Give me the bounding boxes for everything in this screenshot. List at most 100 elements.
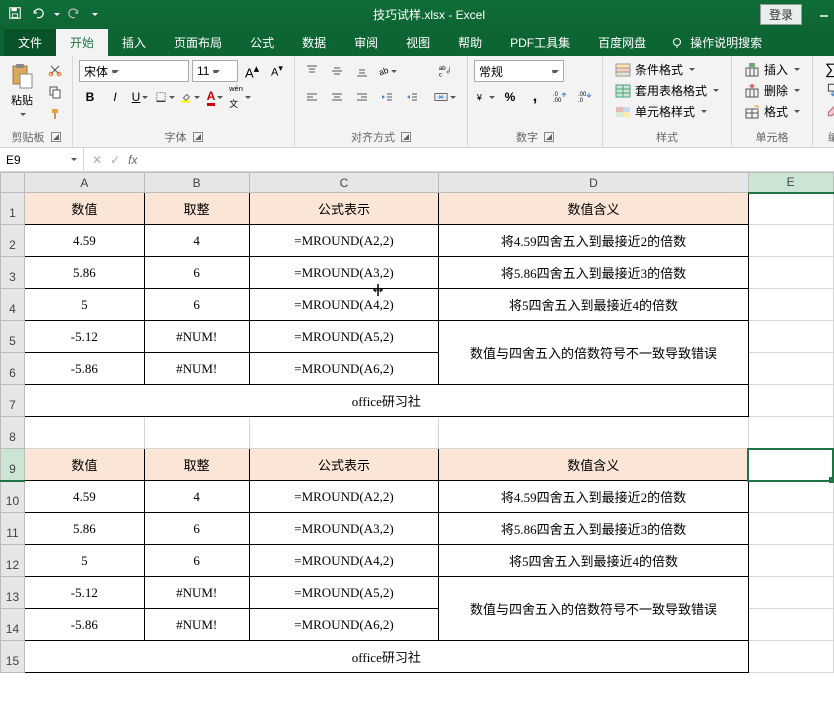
cell-selected[interactable] [748,449,833,481]
cell[interactable] [748,641,833,673]
cell[interactable]: 4.59 [24,225,144,257]
cell[interactable]: =MROUND(A2,2) [249,481,439,513]
cell[interactable]: 4 [144,481,249,513]
cell[interactable]: 6 [144,513,249,545]
cell[interactable]: =MROUND(A5,2) [249,577,439,609]
increase-decimal-button[interactable]: .0.00 [549,86,571,108]
cell[interactable]: 将4.59四舍五入到最接近2的倍数 [439,481,748,513]
accounting-button[interactable]: ¥ [474,86,496,108]
cell[interactable] [748,513,833,545]
cell-styles-button[interactable]: 单元格样式 [609,102,725,121]
delete-cells-button[interactable]: 删除 [738,81,806,100]
cell[interactable] [748,385,833,417]
font-size-combo[interactable]: 11 [192,60,238,82]
select-all-corner[interactable] [1,173,25,193]
cell[interactable]: 数值含义 [439,449,748,481]
insert-cells-button[interactable]: 插入 [738,60,806,79]
tab-view[interactable]: 视图 [392,29,444,56]
cell[interactable]: 取整 [144,449,249,481]
col-header-B[interactable]: B [144,173,249,193]
tab-home[interactable]: 开始 [56,29,108,56]
merge-center-button[interactable] [429,86,461,108]
format-cells-button[interactable]: 格式 [738,102,806,121]
cell[interactable]: 5.86 [24,513,144,545]
alignment-launcher[interactable] [401,132,411,142]
number-launcher[interactable] [544,132,554,142]
row-header[interactable]: 3 [1,257,25,289]
cancel-formula-icon[interactable]: ✕ [92,153,102,167]
save-icon[interactable] [8,6,22,23]
cell[interactable]: #NUM! [144,321,249,353]
cell[interactable] [748,321,833,353]
name-box[interactable]: E9 [0,148,84,171]
increase-font-button[interactable]: A▴ [241,60,263,82]
cell[interactable] [748,193,833,225]
cell[interactable]: 数值 [24,449,144,481]
cell[interactable]: =MROUND(A4,2) [249,289,439,321]
cell[interactable]: #NUM! [144,577,249,609]
cell[interactable]: =MROUND(A6,2) [249,353,439,385]
format-painter-button[interactable] [44,104,66,124]
login-button[interactable]: 登录 [760,4,802,25]
format-table-button[interactable]: 套用表格格式 [609,81,725,100]
align-center-button[interactable] [326,86,348,108]
cell[interactable] [748,289,833,321]
cell[interactable]: =MROUND(A3,2) [249,513,439,545]
cell[interactable] [748,481,833,513]
tell-me[interactable]: 操作说明搜索 [660,29,772,56]
decrease-decimal-button[interactable]: .00.0 [574,86,596,108]
cell[interactable]: -5.12 [24,321,144,353]
decrease-font-button[interactable]: A▾ [266,60,288,82]
cell[interactable] [748,353,833,385]
cell[interactable]: 将5四舍五入到最接近4的倍数 [439,289,748,321]
conditional-format-button[interactable]: 条件格式 [609,60,725,79]
cell[interactable] [144,417,249,449]
col-header-E[interactable]: E [748,173,833,193]
row-header[interactable]: 13 [1,577,25,609]
cell[interactable]: 将4.59四舍五入到最接近2的倍数 [439,225,748,257]
orientation-button[interactable]: ab [376,60,398,82]
paste-button[interactable]: 粘贴 [6,60,38,121]
tab-file[interactable]: 文件 [4,29,56,56]
cell[interactable]: office研习社 [24,641,748,673]
row-header[interactable]: 11 [1,513,25,545]
cell[interactable]: office研习社 [24,385,748,417]
cell[interactable]: =MROUND(A2,2) [249,225,439,257]
fill-color-button[interactable] [179,86,201,108]
row-header[interactable]: 6 [1,353,25,385]
row-header[interactable]: 7 [1,385,25,417]
cell[interactable] [748,545,833,577]
wrap-text-button[interactable]: abc [429,60,461,82]
cell[interactable] [748,417,833,449]
row-header[interactable]: 4 [1,289,25,321]
tab-data[interactable]: 数据 [288,29,340,56]
increase-indent-button[interactable] [401,86,423,108]
pinyin-button[interactable]: wén文 [229,86,251,108]
cell[interactable]: 数值 [24,193,144,225]
cell[interactable]: =MROUND(A4,2) [249,545,439,577]
cell[interactable]: 公式表示 [249,449,439,481]
row-header[interactable]: 12 [1,545,25,577]
row-header[interactable]: 8 [1,417,25,449]
number-format-combo[interactable]: 常规 [474,60,564,82]
comma-button[interactable]: , [524,86,546,108]
italic-button[interactable]: I [104,86,126,108]
row-header[interactable]: 15 [1,641,25,673]
row-header[interactable]: 1 [1,193,25,225]
cell[interactable]: 4 [144,225,249,257]
tab-layout[interactable]: 页面布局 [160,29,236,56]
tab-help[interactable]: 帮助 [444,29,496,56]
cell[interactable] [249,417,439,449]
align-right-button[interactable] [351,86,373,108]
undo-icon[interactable] [30,6,44,23]
autosum-button[interactable]: ∑ [819,60,834,79]
row-header[interactable]: 9 [1,449,25,481]
cell[interactable]: 6 [144,257,249,289]
cell[interactable]: 将5四舍五入到最接近4的倍数 [439,545,748,577]
align-top-button[interactable] [301,60,323,82]
copy-button[interactable] [44,82,66,102]
cell[interactable]: -5.86 [24,353,144,385]
row-header[interactable]: 5 [1,321,25,353]
redo-icon[interactable] [68,6,82,23]
col-header-A[interactable]: A [24,173,144,193]
